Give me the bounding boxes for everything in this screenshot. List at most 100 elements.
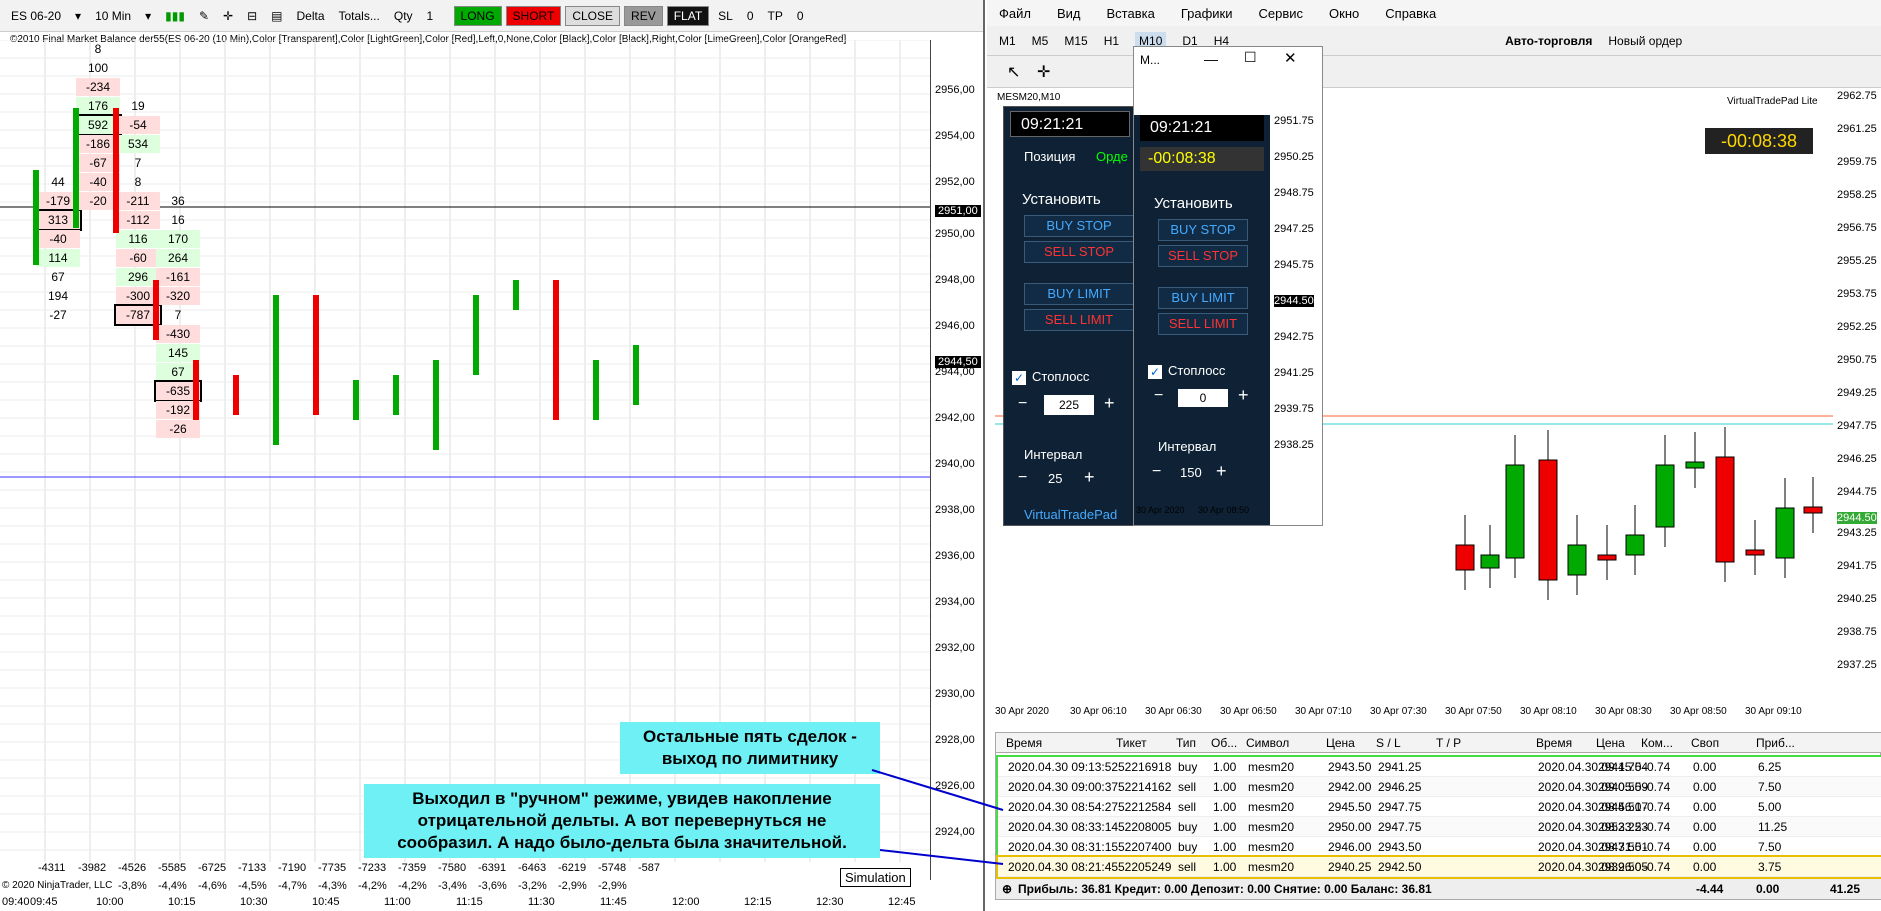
menu-item[interactable]: Окно <box>1329 6 1359 21</box>
timeframe-button[interactable]: M1 <box>999 34 1016 48</box>
delta-total: -7580 <box>438 862 467 874</box>
vtp2-sl-input[interactable]: 0 <box>1178 389 1228 407</box>
timeframe-button[interactable]: H1 <box>1104 34 1119 48</box>
chart-properties-icon[interactable]: ▤ <box>266 7 287 25</box>
table-row[interactable]: 2020.04.30 08:21:45 52205249 sell 1.00 mesm2… <box>996 855 1881 879</box>
vtp2-stoploss-checkbox[interactable]: ✓ <box>1148 365 1162 379</box>
vtp1-int-minus-button[interactable]: − <box>1018 469 1027 487</box>
crosshair-icon[interactable]: ✛ <box>1037 62 1050 82</box>
vtp2-int-input[interactable]: 150 <box>1180 465 1202 480</box>
add-icon[interactable]: ⊕ <box>1002 879 1012 899</box>
maximize-icon[interactable]: ☐ <box>1244 49 1257 66</box>
vtp1-int-input[interactable]: 25 <box>1048 471 1062 486</box>
table-header: Время Тикет Тип Об... Символ Цена S / L T / P Вр… <box>996 733 1881 753</box>
menu-item[interactable]: Вставка <box>1107 6 1155 21</box>
column-header[interactable]: S / L <box>1376 733 1401 753</box>
short-button[interactable]: SHORT <box>505 5 562 26</box>
qty-input[interactable]: 1 <box>422 7 450 25</box>
chevron-down-icon[interactable]: ▾ <box>140 7 156 25</box>
long-button[interactable]: LONG <box>453 5 502 26</box>
column-header[interactable]: Цена <box>1596 733 1625 753</box>
minimize-icon[interactable]: — <box>1204 51 1218 67</box>
delta-percent: -4,4% <box>158 880 187 892</box>
mt-price-tick: 2956.75 <box>1837 222 1877 234</box>
zoom-icon[interactable]: ⊟ <box>242 7 262 25</box>
vtp1-sl-plus-button[interactable]: + <box>1104 393 1115 414</box>
vtp2-sell-stop-button[interactable]: SELL STOP <box>1158 245 1248 267</box>
column-header[interactable]: Время <box>1536 733 1572 753</box>
column-header[interactable]: Тикет <box>1116 733 1147 753</box>
vtp1-int-plus-button[interactable]: + <box>1084 467 1095 488</box>
vtp1-stoploss-checkbox[interactable]: ✓ <box>1012 371 1026 385</box>
menu-item[interactable]: Сервис <box>1259 6 1304 21</box>
vtp2-int-minus-button[interactable]: − <box>1152 463 1161 481</box>
pencil-icon[interactable]: ✎ <box>194 7 214 25</box>
column-header[interactable]: Символ <box>1246 733 1289 753</box>
vtp1-tab-position[interactable]: Позиция <box>1024 149 1075 164</box>
table-row[interactable]: 2020.04.30 08:33:14 52208005 buy 1.00 mesm20… <box>998 817 1881 837</box>
tp-input[interactable]: 0 <box>792 7 809 25</box>
close-button[interactable]: CLOSE <box>565 5 621 26</box>
totals-selector[interactable]: Totals... <box>334 7 385 25</box>
table-cell: sell <box>1178 800 1197 814</box>
footprint-cell: -27 <box>49 308 67 322</box>
price-tick: 2930,00 <box>935 688 975 700</box>
sl-input[interactable]: 0 <box>742 7 759 25</box>
timeframe-button[interactable]: M5 <box>1032 34 1049 48</box>
flat-button[interactable]: FLAT <box>666 5 710 26</box>
column-header[interactable]: Об... <box>1211 733 1237 753</box>
period-selector[interactable]: 10 Min <box>90 7 136 25</box>
footprint-cell: 7 <box>134 156 142 170</box>
column-header[interactable]: Цена <box>1326 733 1355 753</box>
column-header[interactable]: Своп <box>1691 733 1719 753</box>
candlestick-icon[interactable]: ▮▮▮ <box>160 7 190 25</box>
price-tick: 2938,00 <box>935 504 975 516</box>
chevron-down-icon[interactable]: ▾ <box>70 7 86 25</box>
table-cell: mesm20 <box>1248 860 1295 874</box>
column-header[interactable]: Время <box>1006 733 1042 753</box>
menu-item[interactable]: Файл <box>999 6 1031 21</box>
simulation-badge: Simulation <box>840 868 911 887</box>
vtp1-buy-limit-button[interactable]: BUY LIMIT <box>1024 283 1134 305</box>
vtp2-sl-minus-button[interactable]: − <box>1154 387 1163 405</box>
column-header[interactable]: Приб... <box>1756 733 1795 753</box>
close-icon[interactable]: ✕ <box>1284 49 1297 67</box>
vtp2-set-label: Установить <box>1154 195 1233 212</box>
new-order-button[interactable]: Новый ордер <box>1608 34 1682 48</box>
vtp2-buy-limit-button[interactable]: BUY LIMIT <box>1158 287 1248 309</box>
instrument-selector[interactable]: ES 06-20 <box>6 7 66 25</box>
table-row[interactable]: 2020.04.30 09:00:37 52214162 sell 1.00 mesm2… <box>998 777 1881 797</box>
crosshair-icon[interactable]: ✛ <box>218 7 238 25</box>
menu-item[interactable]: Графики <box>1181 6 1233 21</box>
table-cell: 2942.50 <box>1378 860 1422 874</box>
vtp2-sell-limit-button[interactable]: SELL LIMIT <box>1158 313 1248 335</box>
vtp1-buy-stop-button[interactable]: BUY STOP <box>1024 215 1134 237</box>
table-row[interactable]: 2020.04.30 09:13:52 52216918 buy 1.00 mesm20… <box>998 757 1881 777</box>
timeframe-button[interactable]: M15 <box>1064 34 1087 48</box>
menu-item[interactable]: Вид <box>1057 6 1081 21</box>
mode-selector[interactable]: Delta <box>291 7 329 25</box>
cursor-icon[interactable]: ↖ <box>1007 62 1020 82</box>
vtp2-int-plus-button[interactable]: + <box>1216 461 1227 482</box>
vtp1-sl-input[interactable]: 225 <box>1044 395 1094 415</box>
delta-total: -6391 <box>478 862 507 874</box>
mt-price-tick: 2955.25 <box>1837 255 1877 267</box>
table-row[interactable]: 2020.04.30 08:54:27 52212584 sell 1.00 mesm2… <box>998 797 1881 817</box>
time-tick: 11:45 <box>600 896 627 908</box>
vtp1-sell-limit-button[interactable]: SELL LIMIT <box>1024 309 1134 331</box>
vtp1-sl-minus-button[interactable]: − <box>1018 395 1027 413</box>
table-cell: 52207400 <box>1118 840 1172 854</box>
mt-price-axis: 2962.75 2961.25 2959.75 2958.25 2956.75 2955.… <box>1833 90 1881 700</box>
vtp2-sl-plus-button[interactable]: + <box>1238 385 1249 406</box>
column-header[interactable]: T / P <box>1436 733 1461 753</box>
table-cell: 1.00 <box>1213 760 1237 774</box>
vtp2-buy-stop-button[interactable]: BUY STOP <box>1158 219 1248 241</box>
vtp1-sell-stop-button[interactable]: SELL STOP <box>1024 241 1134 263</box>
column-header[interactable]: Тип <box>1176 733 1196 753</box>
vtp1-tab-orders[interactable]: Орде <box>1096 149 1128 164</box>
autotrade-button[interactable]: Авто-торговля <box>1505 34 1592 48</box>
column-header[interactable]: Ком... <box>1641 733 1673 753</box>
table-row[interactable]: 2020.04.30 08:31:15 52207400 buy 1.00 mesm20… <box>998 837 1881 857</box>
menu-item[interactable]: Справка <box>1385 6 1436 21</box>
rev-button[interactable]: REV <box>624 5 663 26</box>
